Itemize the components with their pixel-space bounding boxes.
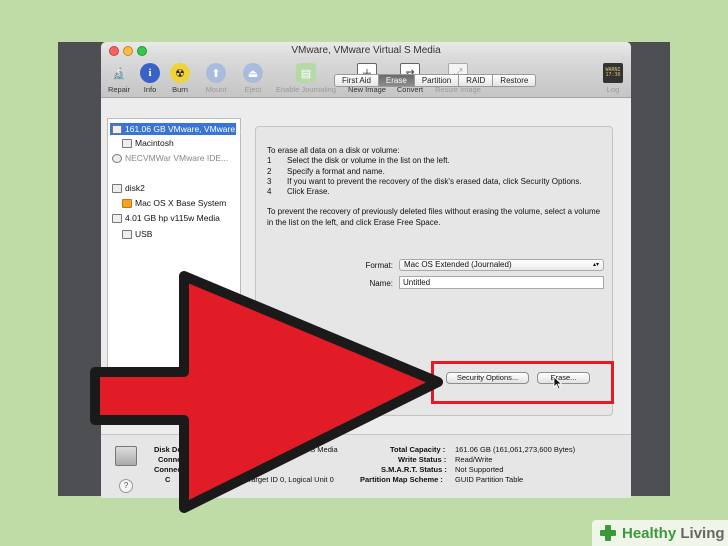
leaf-cross-icon (600, 525, 616, 541)
red-arrow-annotation (90, 271, 443, 513)
watermark-text: Healthy Living (622, 525, 725, 542)
watermark-text-living: Living (680, 524, 725, 542)
watermark-text-healthy: Healthy (622, 524, 677, 542)
healthy-living-watermark: Healthy Living (592, 520, 728, 546)
